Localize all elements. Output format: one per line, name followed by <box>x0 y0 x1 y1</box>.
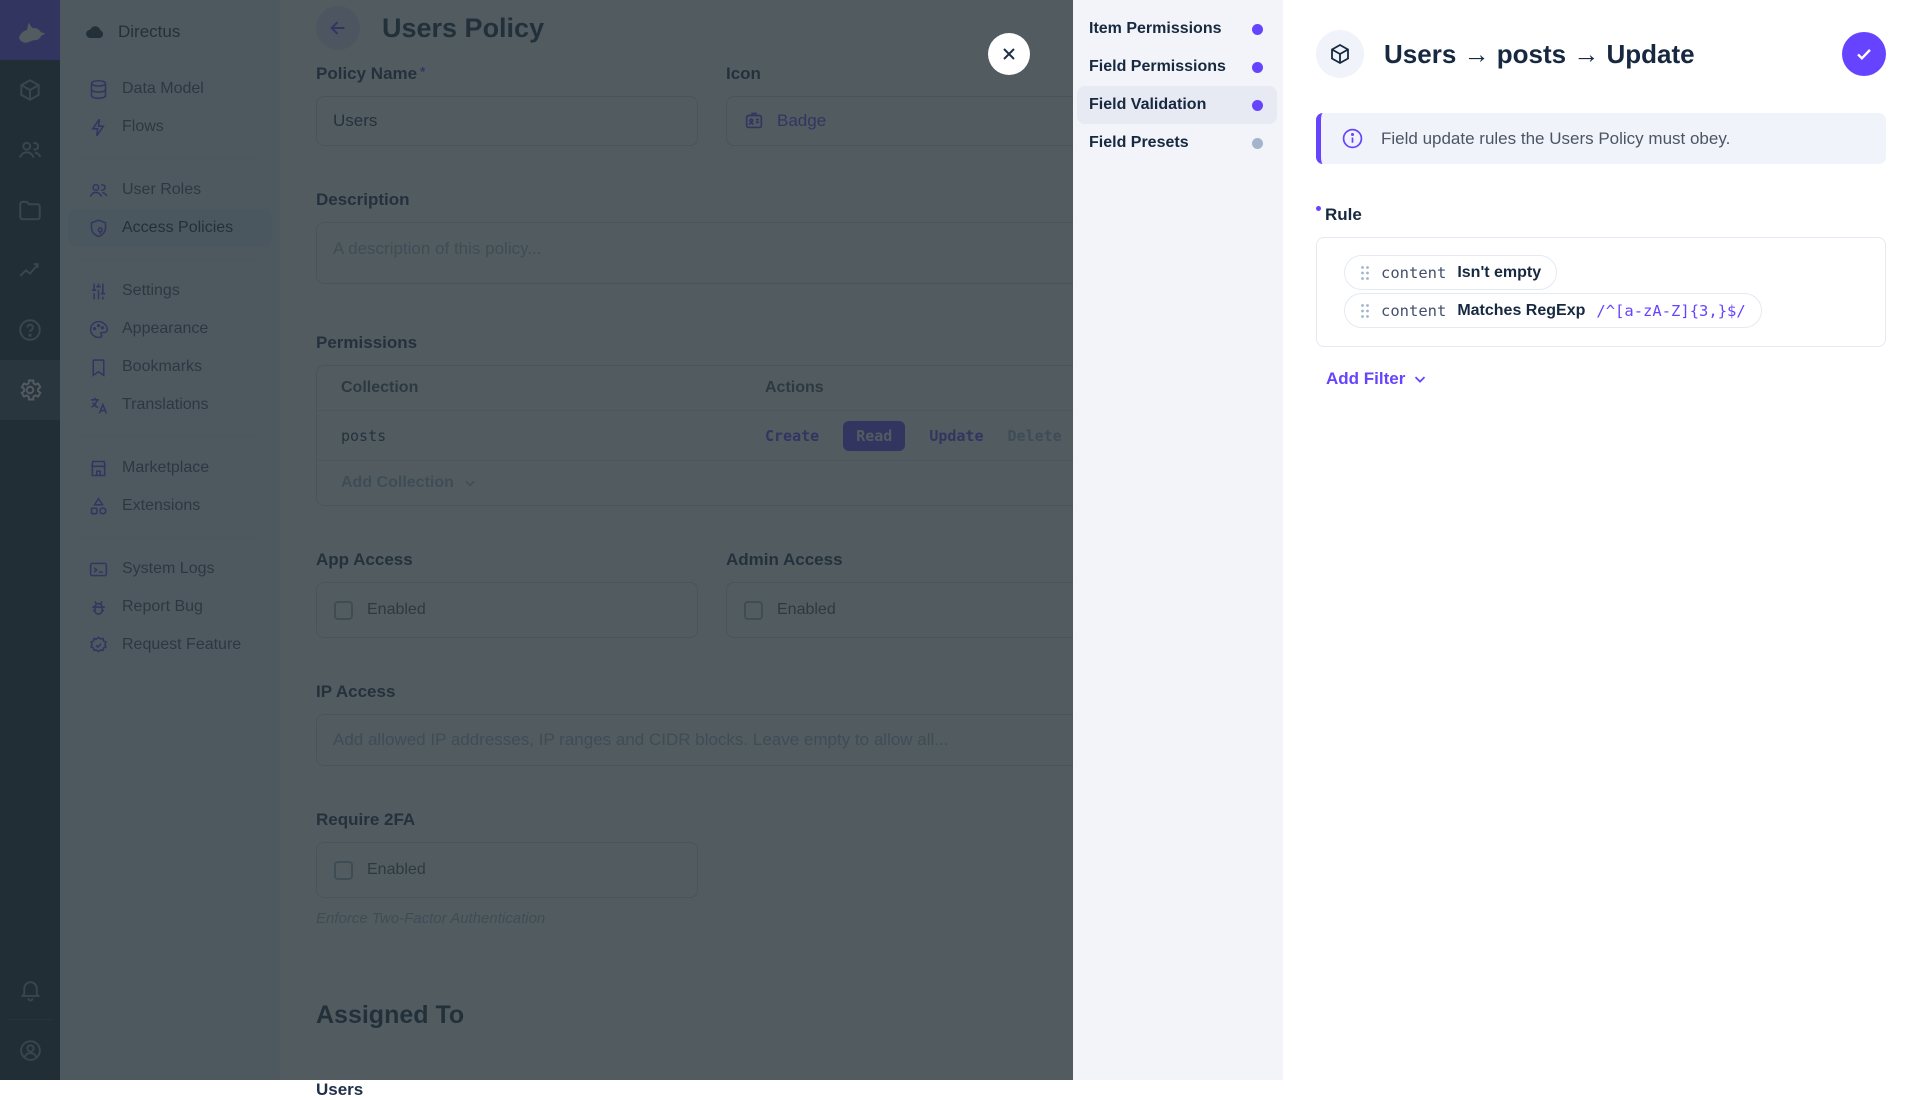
drag-handle-icon[interactable] <box>1360 303 1370 319</box>
filter-value[interactable]: /^[a-zA-Z]{3,}$/ <box>1596 302 1745 320</box>
drawer-header: Users → posts → Update <box>1316 30 1886 78</box>
rule-field-label: Rule <box>1325 205 1362 225</box>
add-filter-button[interactable]: Add Filter <box>1326 369 1429 389</box>
tab-field-validation[interactable]: Field Validation <box>1077 86 1277 124</box>
tab-field-presets[interactable]: Field Presets <box>1077 124 1277 162</box>
info-banner: Field update rules the Users Policy must… <box>1316 113 1886 164</box>
required-dot <box>1316 206 1321 211</box>
tab-label: Field Permissions <box>1089 58 1226 76</box>
info-banner-text: Field update rules the Users Policy must… <box>1381 129 1730 149</box>
tab-label: Field Validation <box>1089 96 1206 114</box>
drawer-header-avatar <box>1316 30 1364 78</box>
save-button[interactable] <box>1842 32 1886 76</box>
info-icon <box>1341 127 1364 150</box>
close-drawer-button[interactable] <box>988 33 1030 75</box>
filter-operator[interactable]: Isn't empty <box>1457 264 1541 282</box>
status-dot <box>1252 138 1263 149</box>
tab-item-permissions[interactable]: Item Permissions <box>1077 10 1277 48</box>
drawer-title: Users → posts → Update <box>1384 39 1695 70</box>
filter-field-name[interactable]: content <box>1381 264 1446 282</box>
filter-rule-isnt-empty[interactable]: content Isn't empty <box>1344 255 1557 290</box>
chevron-down-icon <box>1411 370 1429 388</box>
status-dot <box>1252 62 1263 73</box>
assigned-users-label: Users <box>316 1080 1144 1100</box>
tab-field-permissions[interactable]: Field Permissions <box>1077 48 1277 86</box>
status-dot <box>1252 24 1263 35</box>
tab-label: Item Permissions <box>1089 20 1222 38</box>
filter-field-name[interactable]: content <box>1381 302 1446 320</box>
status-dot <box>1252 100 1263 111</box>
drag-handle-icon[interactable] <box>1360 265 1370 281</box>
field-validation-panel: Users → posts → Update Field update rule… <box>1283 0 1920 1080</box>
filter-operator[interactable]: Matches RegExp <box>1457 302 1585 320</box>
tab-label: Field Presets <box>1089 134 1189 152</box>
filter-rule-matches-regexp[interactable]: content Matches RegExp /^[a-zA-Z]{3,}$/ <box>1344 293 1762 328</box>
close-icon <box>999 44 1019 64</box>
rule-filter-editor[interactable]: content Isn't empty content Matches RegE… <box>1316 237 1886 347</box>
cube-icon <box>1328 42 1352 66</box>
check-icon <box>1853 43 1875 65</box>
drawer-section-menu: Item Permissions Field Permissions Field… <box>1073 0 1283 1080</box>
permissions-drawer: Item Permissions Field Permissions Field… <box>1073 0 1920 1080</box>
